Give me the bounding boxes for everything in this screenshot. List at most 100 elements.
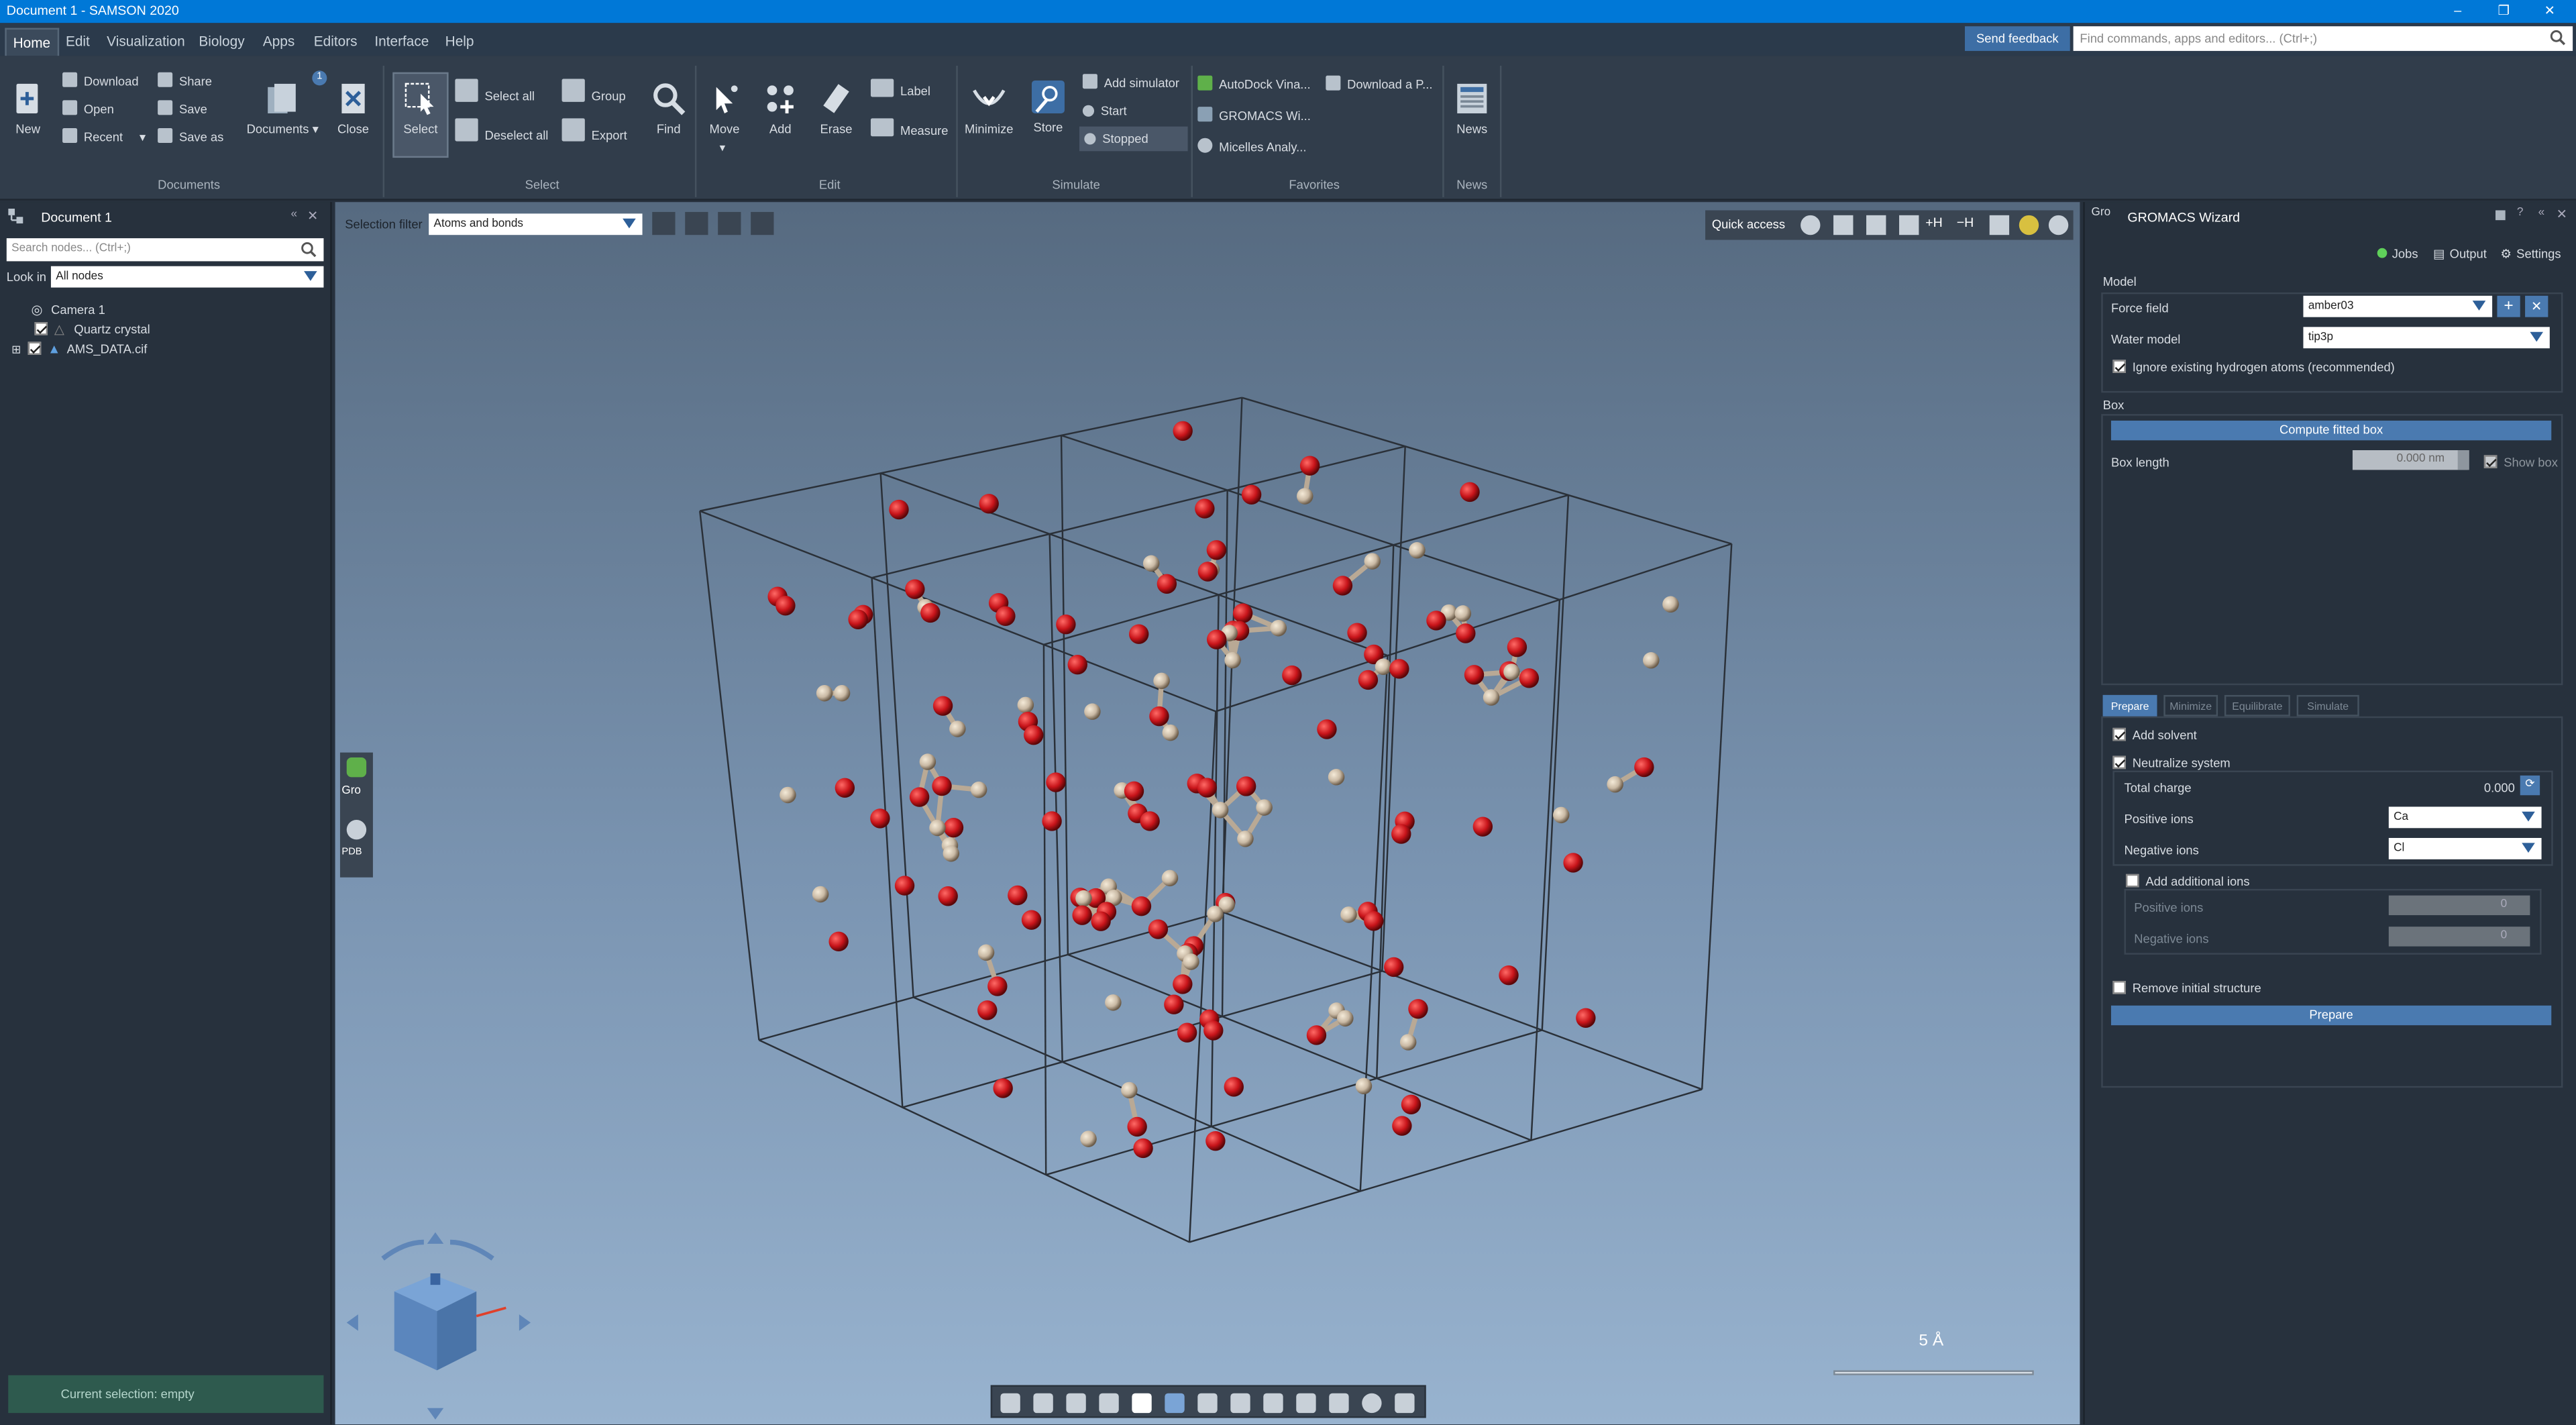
rotate-right-arrow-icon[interactable] [519, 1314, 531, 1331]
new-button[interactable]: New [0, 81, 56, 136]
move-button[interactable]: Move [696, 81, 752, 136]
checkbox[interactable] [2112, 981, 2126, 994]
tab-prepare[interactable]: Prepare [2102, 694, 2157, 717]
tree-node-ams-data[interactable]: ⊞ ▲ AMS_DATA.cif [11, 340, 147, 358]
zoom-to-fit-icon[interactable] [1000, 1393, 1020, 1414]
tab-equilibrate[interactable]: Equilibrate [2224, 694, 2290, 717]
negative-ions-select[interactable]: Cl [2388, 837, 2542, 859]
command-search-input[interactable]: Find commands, apps and editors... (Ctrl… [2073, 26, 2573, 51]
measure-button[interactable]: Measure [870, 118, 949, 138]
add-additional-ions-checkbox[interactable]: Add additional ions [2125, 874, 2250, 889]
perspective-icon[interactable] [1165, 1393, 1185, 1414]
export-button[interactable]: Export [561, 118, 627, 143]
menu-interface[interactable]: Interface [374, 30, 429, 52]
zoom-out-icon[interactable] [1099, 1393, 1119, 1414]
prepare-button[interactable]: Prepare [2110, 1005, 2552, 1026]
view-cube[interactable] [394, 1273, 506, 1371]
erase-button[interactable]: Erase [808, 81, 864, 136]
micelles-analyzer-button[interactable]: Micelles Analy... [1197, 138, 1306, 158]
help-icon[interactable]: ? [2517, 207, 2524, 219]
menu-apps[interactable]: Apps [263, 30, 294, 52]
add-simulator-button[interactable]: Add simulator [1082, 74, 1179, 93]
zoom-selection-icon[interactable] [1033, 1393, 1053, 1414]
send-feedback-button[interactable]: Send feedback [1964, 26, 2070, 51]
download-pdb-button[interactable]: Download a P... [1326, 75, 1432, 95]
lighting-icon[interactable] [1263, 1393, 1283, 1414]
label-button[interactable]: Label [870, 78, 930, 99]
output-button[interactable]: ▤ Output [2433, 246, 2487, 261]
tree-node-camera[interactable]: ◎ Camera 1 [32, 301, 105, 319]
close-window-button[interactable]: ✕ [2527, 0, 2573, 23]
fullscreen-icon[interactable] [1395, 1393, 1415, 1414]
grid-icon[interactable] [1197, 1393, 1218, 1414]
remove-initial-structure-checkbox[interactable]: Remove initial structure [2112, 981, 2261, 996]
share-button[interactable]: Share [158, 72, 212, 92]
roll-right-icon[interactable] [449, 1239, 494, 1261]
close-panel-icon[interactable]: ✕ [307, 209, 318, 223]
look-in-select[interactable]: All nodes [50, 266, 324, 288]
float-panel-icon[interactable]: « [2538, 207, 2545, 219]
box-length-input[interactable]: 0.000 nm [2352, 450, 2468, 470]
selection-rectangle-icon[interactable] [1296, 1393, 1316, 1414]
minimize-button[interactable]: – [2434, 0, 2481, 23]
menu-editors[interactable]: Editors [314, 30, 358, 52]
3d-viewport[interactable]: Selection filter Atoms and bonds Quick a… [335, 202, 2080, 1425]
close-panel-icon[interactable]: ✕ [2557, 207, 2567, 222]
box-length-spinner[interactable] [2457, 450, 2469, 470]
menu-help[interactable]: Help [445, 30, 474, 52]
tree-node-quartz[interactable]: △ Quartz crystal [34, 321, 150, 339]
close-document-button[interactable]: Close [325, 81, 381, 136]
store-button[interactable]: Store [1020, 72, 1076, 158]
minimize-energy-button[interactable]: Minimize [961, 81, 1017, 136]
compute-fitted-box-button[interactable]: Compute fitted box [2110, 420, 2552, 441]
settings-button[interactable]: ⚙ Settings [2500, 246, 2561, 261]
rotate-left-arrow-icon[interactable] [346, 1314, 358, 1331]
add-solvent-checkbox[interactable]: Add solvent [2112, 727, 2197, 743]
documents-button[interactable]: Documents ▾ [243, 81, 322, 136]
show-box-checkbox[interactable]: Show box [2483, 455, 2558, 470]
restore-button[interactable]: ❐ [2481, 0, 2527, 23]
gromacs-wizard-button[interactable]: GROMACS Wi... [1197, 107, 1311, 126]
checkbox[interactable] [2112, 360, 2126, 373]
visibility-checkbox[interactable] [28, 341, 42, 355]
negative-ions-count-input[interactable]: 0 [2388, 927, 2530, 947]
layout-icon[interactable] [1329, 1393, 1349, 1414]
tab-minimize[interactable]: Minimize [2163, 694, 2218, 717]
orientation-navigator[interactable] [341, 1229, 539, 1423]
save-layout-icon[interactable] [2496, 210, 2506, 221]
remove-force-field-button[interactable]: ✕ [2525, 295, 2548, 317]
refresh-charge-icon[interactable]: ⟳ [2520, 775, 2540, 796]
roll-left-icon[interactable] [381, 1239, 424, 1261]
select-all-button[interactable]: Select all [455, 78, 535, 103]
checkbox[interactable] [2125, 874, 2139, 888]
neutralize-system-checkbox[interactable]: Neutralize system [2112, 755, 2231, 771]
positive-ions-select[interactable]: Ca [2388, 806, 2542, 829]
rotate-down-arrow-icon[interactable] [427, 1408, 444, 1420]
move-chevron-icon[interactable]: ▾ [720, 142, 726, 154]
autodock-vina-button[interactable]: AutoDock Vina... [1197, 75, 1311, 95]
zoom-in-icon[interactable] [1066, 1393, 1086, 1414]
tab-simulate[interactable]: Simulate [2296, 694, 2359, 717]
checkbox[interactable] [2483, 455, 2498, 468]
menu-home[interactable]: Home [5, 28, 59, 56]
menu-biology[interactable]: Biology [199, 30, 244, 52]
menu-edit[interactable]: Edit [66, 30, 90, 52]
save-button[interactable]: Save [158, 100, 207, 119]
eye-icon[interactable] [1362, 1393, 1382, 1414]
add-button[interactable]: Add [753, 81, 808, 136]
download-button[interactable]: Download [62, 72, 139, 92]
water-model-select[interactable]: tip3p [2303, 327, 2550, 349]
positive-ions-count-input[interactable]: 0 [2388, 895, 2530, 916]
menu-visualization[interactable]: Visualization [107, 30, 185, 52]
rotate-up-arrow-icon[interactable] [427, 1232, 444, 1244]
white-background-icon[interactable] [1132, 1393, 1152, 1414]
text-label-icon[interactable] [1230, 1393, 1250, 1414]
checkbox[interactable] [2112, 727, 2126, 741]
float-panel-icon[interactable]: « [290, 209, 297, 220]
find-button[interactable]: Find [641, 81, 696, 136]
start-button[interactable]: Start [1082, 102, 1127, 121]
add-force-field-button[interactable]: + [2497, 295, 2520, 317]
expand-icon[interactable]: ⊞ [11, 341, 28, 360]
select-button[interactable]: Select [392, 72, 449, 158]
open-button[interactable]: Open [62, 100, 114, 119]
